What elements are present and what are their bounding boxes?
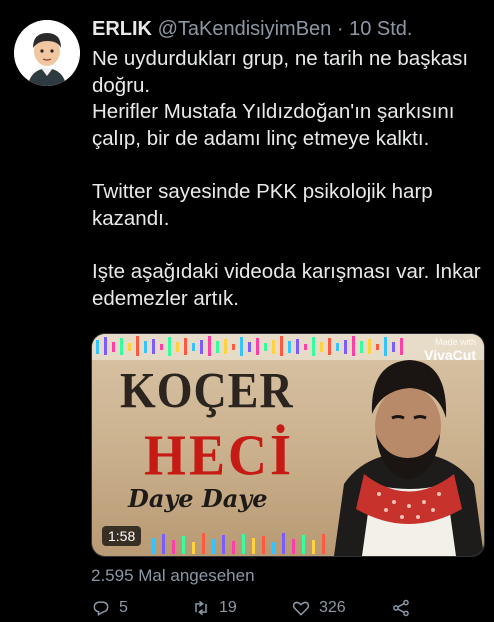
tweet-line: Ne uydurdukları grup, ne tarih ne başkas… bbox=[92, 47, 469, 97]
author-handle[interactable]: @TaKendisiyimBen bbox=[158, 18, 332, 40]
share-button[interactable] bbox=[391, 598, 411, 618]
watermark-small: Made with bbox=[434, 337, 476, 347]
watermark-big: VivaCut bbox=[424, 347, 476, 363]
tweet-text: Ne uydurdukları grup, ne tarih ne başkas… bbox=[92, 46, 487, 312]
tweet-header: ERLIK @TaKendisiyimBen · 10 Std. bbox=[92, 18, 412, 41]
tweet-line: Herifler Mustafa Yıldızdoğan'ın şarkısın… bbox=[92, 100, 455, 150]
like-button[interactable]: 326 bbox=[291, 598, 346, 618]
share-icon bbox=[393, 599, 409, 617]
heart-icon bbox=[292, 601, 310, 616]
retweet-count: 19 bbox=[219, 599, 237, 616]
tweet-line: Işte aşağıdaki videoda karışması var. In… bbox=[92, 260, 481, 310]
tweet-timestamp[interactable]: 10 Std. bbox=[349, 18, 412, 40]
equalizer-bottom bbox=[152, 533, 325, 554]
video-title-line2: HECİ bbox=[144, 422, 295, 488]
video-thumbnail[interactable]: KOÇER HECİ Daye Daye Made with VivaCut 1… bbox=[91, 333, 485, 557]
author-name[interactable]: ERLIK bbox=[92, 18, 152, 40]
singer-portrait bbox=[334, 360, 484, 556]
video-title-line1: KOÇER bbox=[120, 362, 294, 419]
reply-icon bbox=[93, 601, 109, 616]
tweet-line: Twitter sayesinde PKK psikolojik harp ka… bbox=[92, 180, 433, 230]
vivacut-watermark: Made with VivaCut bbox=[424, 337, 476, 365]
reply-button[interactable]: 5 bbox=[91, 598, 128, 618]
retweet-button[interactable]: 19 bbox=[191, 598, 237, 618]
action-bar: 5 19 326 bbox=[91, 598, 421, 622]
reply-count: 5 bbox=[119, 599, 128, 616]
avatar[interactable] bbox=[14, 20, 80, 86]
video-subtitle: Daye Daye bbox=[128, 484, 268, 513]
retweet-icon bbox=[195, 600, 207, 616]
like-count: 326 bbox=[319, 599, 346, 616]
view-count: 2.595 Mal angesehen bbox=[91, 566, 255, 585]
video-duration: 1:58 bbox=[102, 526, 142, 546]
header-separator: · bbox=[336, 18, 344, 40]
avatar-illustration bbox=[14, 20, 80, 86]
